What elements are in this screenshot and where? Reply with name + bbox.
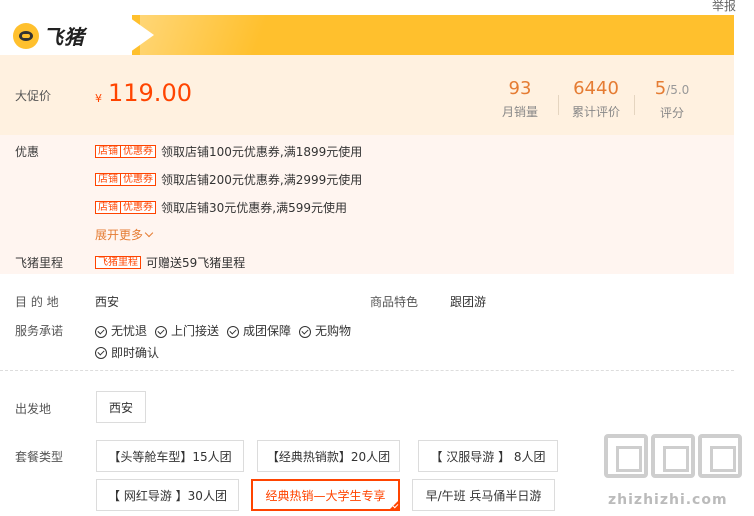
promise-list: 无忧退 上门接送 成团保障 无购物即时确认 (95, 322, 365, 365)
destination-label: 目 的 地 (15, 295, 59, 309)
feature-label: 商品特色 (370, 295, 419, 309)
promise-text: 成团保障 (243, 324, 292, 338)
coupon-tag: 店铺 优惠券 (95, 145, 156, 158)
header-banner: 飞猪 (0, 15, 734, 55)
price-value: 119.00 (108, 79, 192, 107)
feature-value: 跟团游 (450, 295, 487, 309)
watermark-logo-icon (604, 434, 742, 478)
check-circle-icon (95, 347, 107, 359)
check-circle-icon (155, 325, 168, 338)
check-circle-icon (299, 325, 312, 338)
promise-item: 无购物 (299, 322, 351, 341)
mileage-label: 飞猪里程 (15, 256, 64, 270)
coupon-text: 领取店铺30元优惠券,满599元使用 (161, 201, 347, 215)
promise-item: 无忧退 (95, 322, 147, 341)
promotions-label: 优惠 (15, 145, 40, 159)
stats-group: 93 月销量 6440 累计评价 5/5.0 评分 (482, 79, 710, 121)
stat-label: 月销量 (501, 105, 538, 119)
promise-item: 即时确认 (95, 344, 159, 363)
selected-check-icon (392, 502, 399, 509)
package-option[interactable]: 早/午班 兵马俑半日游 (412, 479, 555, 511)
expand-more-link[interactable]: 展开更多 (95, 226, 154, 243)
check-circle-icon (227, 325, 240, 338)
section-divider (0, 370, 734, 371)
package-label: 套餐类型 (15, 450, 64, 464)
promotions-block: 优惠 店铺 优惠券 领取店铺100元优惠券,满1899元使用 店铺 优惠券 领取店铺… (0, 135, 734, 274)
price-block: 大促价 ¥ 119.00 93 月销量 6440 累计评价 5/5.0 评分 (0, 55, 734, 135)
promise-text: 上门接送 (171, 324, 220, 338)
destination-value: 西安 (95, 295, 120, 309)
tag-coupon: 优惠券 (120, 146, 155, 157)
coupon-tag: 店铺 优惠券 (95, 173, 156, 186)
coupon-item[interactable]: 店铺 优惠券 领取店铺100元优惠券,满1899元使用 (95, 143, 362, 160)
tag-coupon: 优惠券 (120, 174, 155, 185)
promise-item: 上门接送 (155, 322, 219, 341)
mileage-tag: 飞猪里程 (95, 256, 141, 269)
expand-more-text: 展开更多 (95, 228, 144, 242)
option-text: 【头等舱车型】15人团 (108, 449, 232, 464)
package-option[interactable]: 【 汉服导游 】 8人团 (418, 440, 558, 472)
coupon-item[interactable]: 店铺 优惠券 领取店铺30元优惠券,满599元使用 (95, 199, 347, 216)
stat-value: 5 (654, 78, 667, 99)
coupon-text: 领取店铺100元优惠券,满1899元使用 (161, 145, 363, 159)
tag-mileage: 飞猪里程 (98, 257, 138, 268)
promise-text: 无购物 (315, 324, 352, 338)
departure-label: 出发地 (15, 402, 52, 416)
option-text: 经典热销—大学生专享 (265, 488, 386, 503)
coupon-item[interactable]: 店铺 优惠券 领取店铺200元优惠券,满2999元使用 (95, 171, 362, 188)
stat-value: 6440 (573, 78, 619, 99)
watermark-text: zhizhizhi.com (608, 492, 728, 508)
stat-total-reviews[interactable]: 6440 累计评价 (558, 79, 634, 121)
promise-item: 成团保障 (227, 322, 291, 341)
stat-rating: 5/5.0 评分 (634, 79, 710, 121)
stat-value: 93 (508, 78, 532, 99)
chevron-down-icon (144, 228, 154, 238)
stat-monthly-sales: 93 月销量 (482, 79, 558, 121)
stat-sub: /5.0 (666, 83, 690, 97)
report-link[interactable]: 举报 (712, 0, 736, 14)
promise-text: 无忧退 (111, 324, 148, 338)
promise-label: 服务承诺 (15, 324, 64, 338)
coupon-tag: 店铺 优惠券 (95, 201, 156, 214)
option-text: 【 汉服导游 】 8人团 (430, 449, 546, 464)
check-circle-icon (95, 325, 107, 338)
coupon-text: 领取店铺200元优惠券,满2999元使用 (161, 173, 363, 187)
tag-coupon: 优惠券 (120, 202, 155, 213)
pig-logo-icon (13, 22, 39, 49)
fliggy-logo[interactable]: 飞猪 (13, 21, 85, 50)
price-label: 大促价 (15, 89, 52, 103)
package-option[interactable]: 【经典热销款】20人团 (257, 440, 400, 472)
departure-option[interactable]: 西安 (96, 391, 146, 423)
tag-shop: 店铺 (98, 174, 118, 185)
tag-shop: 店铺 (98, 202, 118, 213)
option-text: 西安 (108, 400, 133, 415)
mileage-text: 可赠送59飞猪里程 (146, 256, 246, 270)
package-option[interactable]: 【 网红导游 】30人团 (96, 479, 239, 511)
stat-label: 累计评价 (571, 105, 620, 119)
option-text: 早/午班 兵马俑半日游 (425, 488, 542, 503)
mileage-row: 飞猪里程 可赠送59飞猪里程 (95, 254, 245, 271)
stat-label: 评分 (659, 106, 684, 120)
package-option[interactable]: 【头等舱车型】15人团 (96, 440, 244, 472)
logo-text: 飞猪 (43, 25, 85, 49)
package-option-selected[interactable]: 经典热销—大学生专享 (251, 479, 400, 511)
option-text: 【 网红导游 】30人团 (108, 488, 227, 503)
watermark: zhizhizhi.com (604, 434, 749, 516)
promise-text: 即时确认 (111, 345, 160, 360)
option-text: 【经典热销款】20人团 (266, 449, 391, 464)
tag-shop: 店铺 (98, 146, 118, 157)
currency-symbol: ¥ (95, 92, 102, 105)
